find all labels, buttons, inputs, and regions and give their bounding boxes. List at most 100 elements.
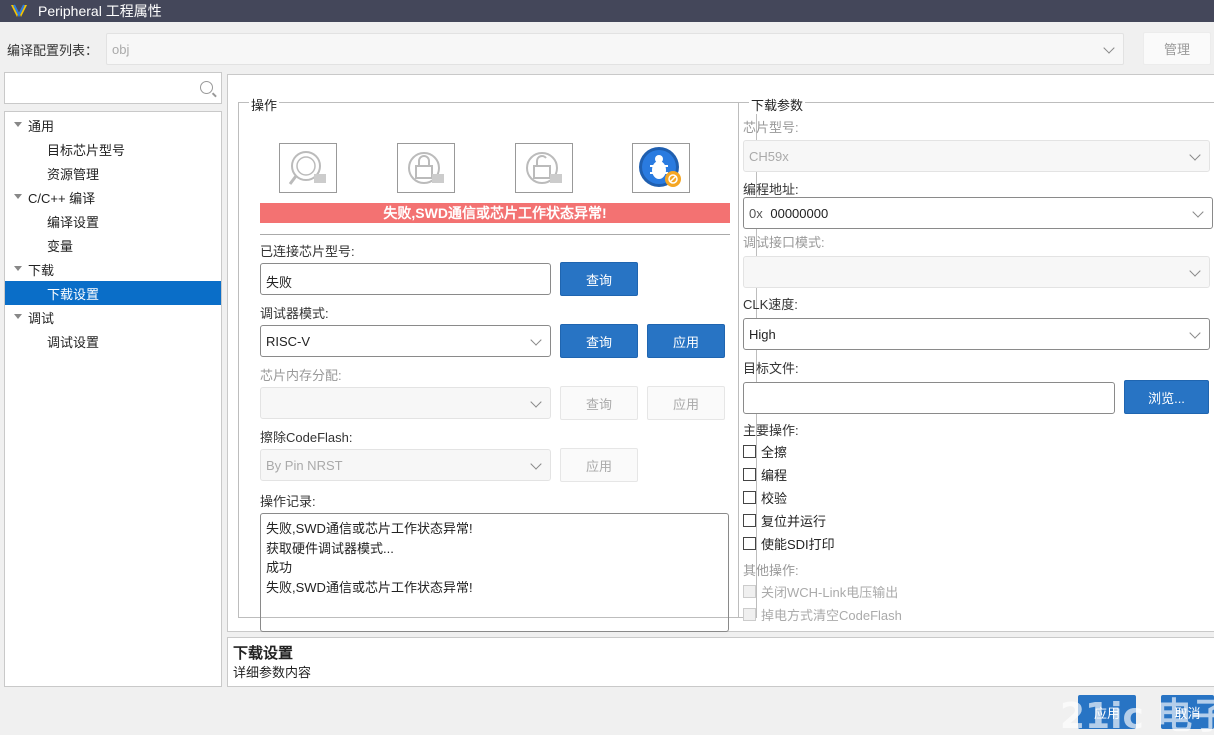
window-title: Peripheral 工程属性 [38,3,162,19]
operations-title: 操作 [249,95,280,114]
debugger-mode-value: RISC-V [266,334,311,349]
debug-chip-button[interactable] [632,143,690,193]
checkbox-box[interactable] [743,468,756,481]
config-bar: 编译配置列表： obj 管理 [0,22,1214,74]
mem-alloc-select[interactable] [260,387,551,419]
checkbox-box[interactable] [743,585,756,598]
debugger-mode-label: 调试器模式: [260,306,329,321]
tree-item-download-settings[interactable]: 下载设置 [5,281,221,305]
chip-search-icon [288,151,326,185]
clk-speed-select[interactable]: High [743,318,1210,350]
checkbox-verify[interactable]: 校验 [743,488,787,507]
chevron-down-icon [1189,265,1201,277]
expand-arrow-icon [14,194,22,199]
operation-log[interactable]: 失败,SWD通信或芯片工作状态异常! 获取硬件调试器模式... 成功 失败,SW… [260,513,729,632]
checkbox-program[interactable]: 编程 [743,465,787,484]
checkbox-box[interactable] [743,514,756,527]
expand-arrow-icon [14,314,22,319]
debug-interface-select[interactable] [743,256,1210,288]
chevron-down-icon [1189,149,1201,161]
tree-item-resources[interactable]: 资源管理 [5,161,221,185]
connected-chip-value: 失败 [266,275,293,290]
debug-interface-label: 调试接口模式: [743,235,825,250]
unlock-icon [526,152,562,184]
error-alert: 失败,SWD通信或芯片工作状态异常! [260,203,730,223]
settings-tree: 通用 目标芯片型号 资源管理 C/C++ 编译 编译设置 变量 下载 下载设置 … [4,111,222,687]
tree-item-compile-settings[interactable]: 编译设置 [5,209,221,233]
tree-item-compile[interactable]: C/C++ 编译 [5,185,221,209]
tree-item-target-chip[interactable]: 目标芯片型号 [5,137,221,161]
query-chip-button[interactable] [279,143,337,193]
description-panel: 下载设置 详细参数内容 [227,637,1214,687]
tree-item-label: 资源管理 [47,166,100,182]
tree-item-variables[interactable]: 变量 [5,233,221,257]
config-select[interactable]: obj [106,33,1124,65]
tree-item-label: 调试 [28,310,55,326]
browse-button[interactable]: 浏览... [1124,380,1209,414]
chevron-down-icon [1192,206,1204,218]
chevron-down-icon [530,396,542,408]
checkbox-label: 复位并运行 [761,514,827,529]
tree-search-input[interactable] [4,72,222,104]
config-label: 编译配置列表： [7,43,99,58]
tree-item-download[interactable]: 下载 [5,257,221,281]
chip-model-select[interactable]: CH59x [743,140,1210,172]
tree-item-debug[interactable]: 调试 [5,305,221,329]
apply-erase-button[interactable]: 应用 [560,448,638,482]
program-address-label: 编程地址: [743,182,799,197]
apply-debugger-mode-button[interactable]: 应用 [647,324,725,358]
lock-icon [408,152,444,184]
checkbox-label: 编程 [761,468,788,483]
query-connected-chip-button[interactable]: 查询 [560,262,638,296]
main-ops-label: 主要操作: [743,423,799,438]
clk-speed-label: CLK速度: [743,297,798,312]
download-params-title: 下载参数 [749,95,806,114]
checkbox-box[interactable] [743,537,756,550]
lock-chip-button[interactable] [397,143,455,193]
erase-codeflash-select[interactable]: By Pin NRST [260,449,551,481]
checkbox-label: 掉电方式清空CodeFlash [761,608,902,623]
program-address-value: 00000000 [770,206,829,221]
log-line: 失败,SWD通信或芯片工作状态异常! [266,521,473,536]
footer-cancel-button[interactable]: 取消 [1161,695,1214,729]
title-bar: Peripheral 工程属性 [0,0,1214,22]
tree-item-debug-settings[interactable]: 调试设置 [5,329,221,353]
other-ops-label: 其他操作: [743,563,799,578]
checkbox-disable-link-voltage[interactable]: 关闭WCH-Link电压输出 [743,582,898,601]
query-mem-alloc-button[interactable]: 查询 [560,386,638,420]
query-debugger-mode-button[interactable]: 查询 [560,324,638,358]
tree-item-label: 下载设置 [47,286,100,302]
tree-item-label: C/C++ 编译 [28,190,96,206]
expand-arrow-icon [14,122,22,127]
checkbox-box[interactable] [743,608,756,621]
checkbox-label: 全擦 [761,445,788,460]
apply-mem-alloc-button[interactable]: 应用 [647,386,725,420]
unlock-chip-button[interactable] [515,143,573,193]
erase-codeflash-value: By Pin NRST [266,458,343,473]
tree-item-label: 下载 [28,262,55,278]
tree-item-general[interactable]: 通用 [5,113,221,137]
manage-button[interactable]: 管理 [1143,32,1211,65]
checkbox-box[interactable] [743,445,756,458]
checkbox-power-off-clear[interactable]: 掉电方式清空CodeFlash [743,605,902,624]
divider [260,234,730,235]
footer-apply-button[interactable]: 应用 [1078,695,1136,729]
checkbox-full-erase[interactable]: 全擦 [743,442,787,461]
checkbox-reset-run[interactable]: 复位并运行 [743,511,826,530]
address-prefix: 0x [749,206,763,221]
target-file-label: 目标文件: [743,361,799,376]
checkbox-label: 校验 [761,491,788,506]
search-icon [200,81,213,94]
description-title: 下载设置 [233,645,294,662]
log-label: 操作记录: [260,494,316,509]
connected-chip-label: 已连接芯片型号: [260,244,355,259]
debugger-mode-select[interactable]: RISC-V [260,325,551,357]
tree-item-label: 编译设置 [47,214,100,230]
chip-model-label: 芯片型号: [743,120,799,135]
program-address-field[interactable]: 0x 00000000 [743,197,1213,229]
checkbox-sdi-print[interactable]: 使能SDI打印 [743,534,835,553]
checkbox-box[interactable] [743,491,756,504]
bug-icon [639,147,681,187]
target-file-input[interactable] [743,382,1115,414]
log-line: 成功 [266,560,293,575]
